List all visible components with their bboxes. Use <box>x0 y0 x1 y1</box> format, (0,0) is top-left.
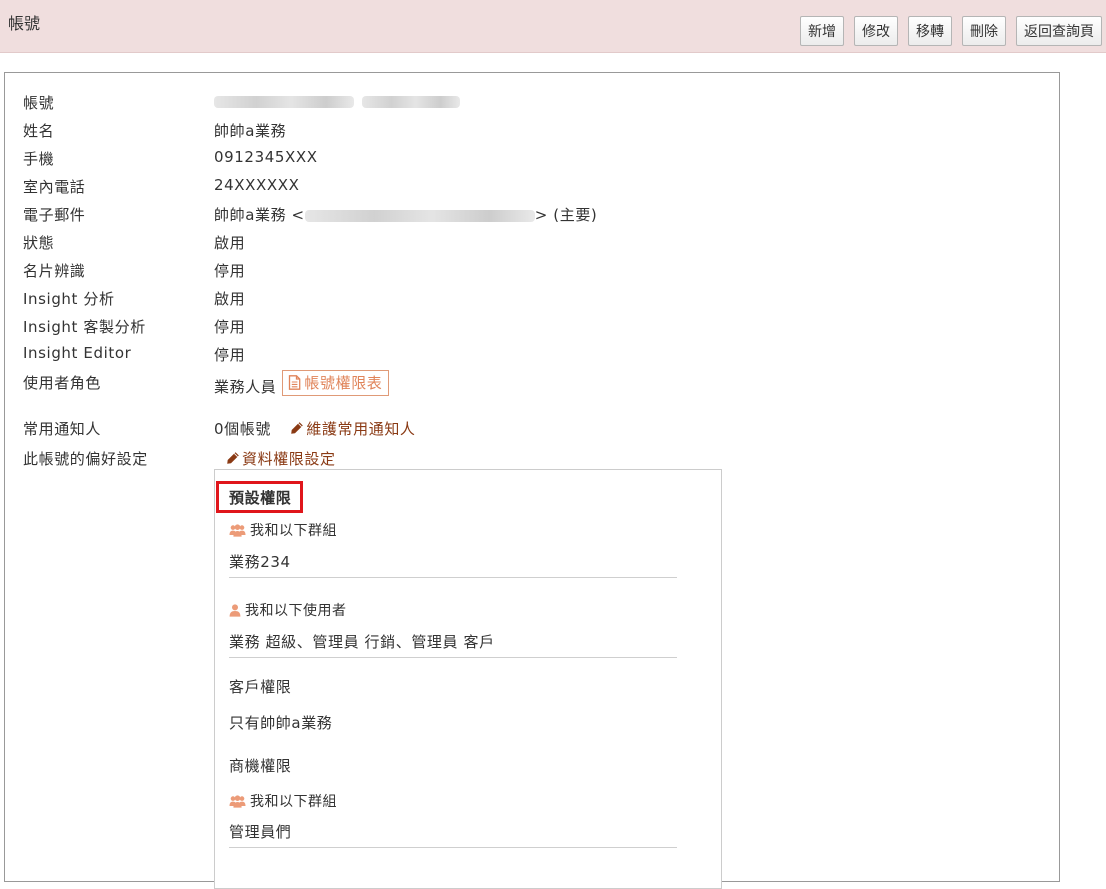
field-value: 停用 <box>214 318 246 336</box>
permission-table-label: 帳號權限表 <box>304 374 383 392</box>
opportunity-group-label: 我和以下群組 <box>229 791 337 811</box>
field-label: 使用者角色 <box>23 374 102 392</box>
field-label: Insight 客製分析 <box>23 318 146 336</box>
page-header: 帳號 新增 修改 移轉 刪除 返回查詢頁 <box>0 0 1106 53</box>
field-label: 手機 <box>23 150 55 168</box>
field-label: 帳號 <box>23 94 55 112</box>
role-name: 業務人員 <box>214 378 277 396</box>
toolbar: 新增 修改 移轉 刪除 返回查詢頁 <box>790 16 1102 46</box>
field-label: Insight Editor <box>23 344 132 362</box>
users-group-icon <box>229 794 246 808</box>
default-group-value: 業務234 <box>229 551 677 578</box>
group-label-text: 我和以下群組 <box>250 523 337 539</box>
delete-button[interactable]: 刪除 <box>962 16 1006 46</box>
notify-contacts-value: 0個帳號 維護常用通知人 <box>214 418 416 439</box>
customer-permission-value: 只有帥帥a業務 <box>229 714 333 732</box>
notify-count: 0個帳號 <box>214 420 271 438</box>
opportunity-group-value: 管理員們 <box>229 821 677 848</box>
field-value: 0912345XXX <box>214 148 318 166</box>
document-icon <box>289 375 301 390</box>
field-label: 常用通知人 <box>23 420 102 438</box>
default-permission-title: 預設權限 <box>229 489 292 507</box>
opp-group-label-text: 我和以下群組 <box>250 794 337 810</box>
customer-permission-title: 客戶權限 <box>229 678 292 696</box>
email-suffix: > (主要) <box>534 206 598 224</box>
field-label: 名片辨識 <box>23 262 86 280</box>
field-value: 啟用 <box>214 290 246 308</box>
field-value: 啟用 <box>214 234 246 252</box>
maintain-notify-contacts-link[interactable]: 維護常用通知人 <box>290 420 415 438</box>
permission-table-button[interactable]: 帳號權限表 <box>282 370 390 396</box>
back-to-search-button[interactable]: 返回查詢頁 <box>1016 16 1102 46</box>
default-user-label: 我和以下使用者 <box>229 600 347 620</box>
field-label: Insight 分析 <box>23 290 115 308</box>
users-group-icon <box>229 523 246 537</box>
email-value: 帥帥a業務 < > (主要) <box>214 204 597 225</box>
page-title: 帳號 <box>8 14 41 33</box>
field-label: 姓名 <box>23 122 55 140</box>
add-button[interactable]: 新增 <box>800 16 844 46</box>
default-group-label: 我和以下群組 <box>229 520 337 540</box>
field-value: 停用 <box>214 346 246 364</box>
email-redacted <box>304 209 535 222</box>
user-label-text: 我和以下使用者 <box>245 603 347 619</box>
data-permission-settings-link[interactable]: 資料權限設定 <box>226 448 336 469</box>
user-icon <box>229 603 241 617</box>
field-value: 24XXXXXX <box>214 176 300 194</box>
user-role-value: 業務人員 帳號權限表 <box>214 370 390 398</box>
opportunity-permission-title: 商機權限 <box>229 757 292 775</box>
field-label: 室內電話 <box>23 178 86 196</box>
account-value-redacted <box>214 92 460 110</box>
account-detail-panel: 帳號 姓名 帥帥a業務 手機 0912345XXX 室內電話 24XXXXXX … <box>4 72 1060 889</box>
field-label: 此帳號的偏好設定 <box>23 450 148 468</box>
preference-settings-box: 預設權限 我和以下群組 業務234 我和以下使用者 業務 超級、管理員 行銷、管… <box>214 469 722 889</box>
edit-button[interactable]: 修改 <box>854 16 898 46</box>
field-label: 電子郵件 <box>23 206 86 224</box>
field-value: 帥帥a業務 <box>214 122 287 140</box>
field-value: 停用 <box>214 262 246 280</box>
field-label: 狀態 <box>23 234 55 252</box>
data-permission-settings-label: 資料權限設定 <box>242 450 336 468</box>
email-name: 帥帥a業務 < <box>214 206 305 224</box>
transfer-button[interactable]: 移轉 <box>908 16 952 46</box>
default-user-value: 業務 超級、管理員 行銷、管理員 客戶 <box>229 631 677 658</box>
maintain-notify-contacts-label: 維護常用通知人 <box>306 420 416 438</box>
pencil-icon <box>291 422 304 434</box>
pencil-icon <box>227 452 239 464</box>
